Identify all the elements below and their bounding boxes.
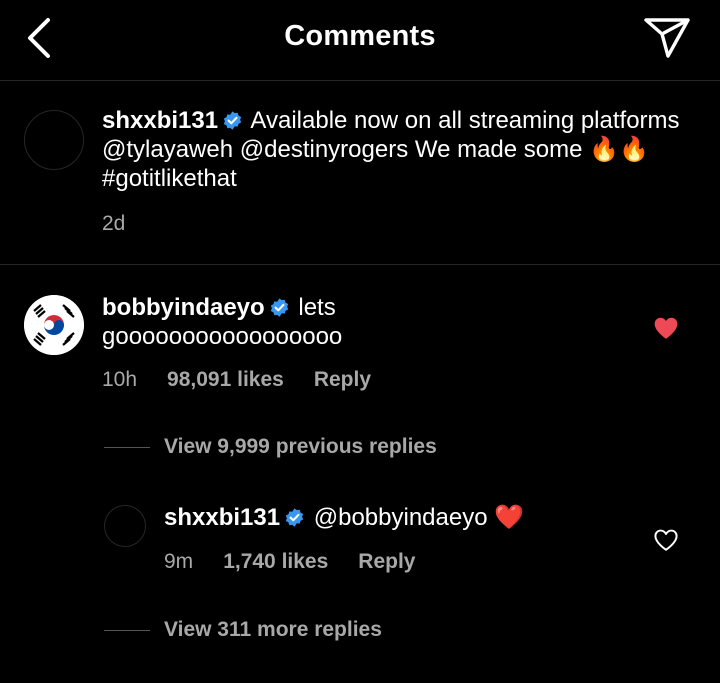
reply-time: 9m <box>164 550 194 573</box>
comment-text: bobbyindaeyo lets gooooooooooooooooo <box>102 293 402 351</box>
reply-reply-button[interactable]: Reply <box>358 550 415 573</box>
comment-likes[interactable]: 98,091 likes <box>167 368 284 391</box>
heart-outline-icon[interactable] <box>653 528 679 552</box>
comment-meta: 10h 98,091 likes Reply <box>102 368 401 392</box>
view-more-replies-button[interactable]: View 311 more replies <box>164 618 382 642</box>
comment-username[interactable]: bobbyindaeyo <box>102 294 265 321</box>
reply-avatar[interactable] <box>104 505 146 547</box>
korean-flag-icon <box>24 295 84 355</box>
replies-divider-line <box>104 630 150 631</box>
caption-text: shxxbi131 Available now on all streaming… <box>102 106 692 193</box>
verified-badge-icon <box>270 298 288 317</box>
comment-reply-button[interactable]: Reply <box>314 368 371 391</box>
reply-meta: 9m 1,740 likes Reply <box>164 550 445 574</box>
comment-time: 10h <box>102 368 138 391</box>
reply-username[interactable]: shxxbi131 <box>164 504 280 531</box>
paper-plane-icon[interactable] <box>642 14 692 62</box>
heart-icon[interactable] <box>653 316 679 340</box>
caption-avatar[interactable] <box>24 110 84 170</box>
reply-likes[interactable]: 1,740 likes <box>223 550 328 573</box>
reply-text: shxxbi131 @bobbyindaeyo ❤️ <box>164 503 614 532</box>
reply-body: @bobbyindaeyo ❤️ <box>313 504 525 531</box>
replies-divider-line <box>104 447 150 448</box>
comment-avatar[interactable] <box>24 295 84 355</box>
caption-time: 2d <box>102 212 126 235</box>
verified-badge-icon <box>223 111 242 130</box>
view-previous-replies-button[interactable]: View 9,999 previous replies <box>164 435 437 459</box>
comments-header: Comments <box>0 0 720 81</box>
divider <box>0 264 720 265</box>
caption-username[interactable]: shxxbi131 <box>102 107 218 134</box>
verified-badge-icon <box>285 508 304 527</box>
page-title: Comments <box>284 20 436 52</box>
